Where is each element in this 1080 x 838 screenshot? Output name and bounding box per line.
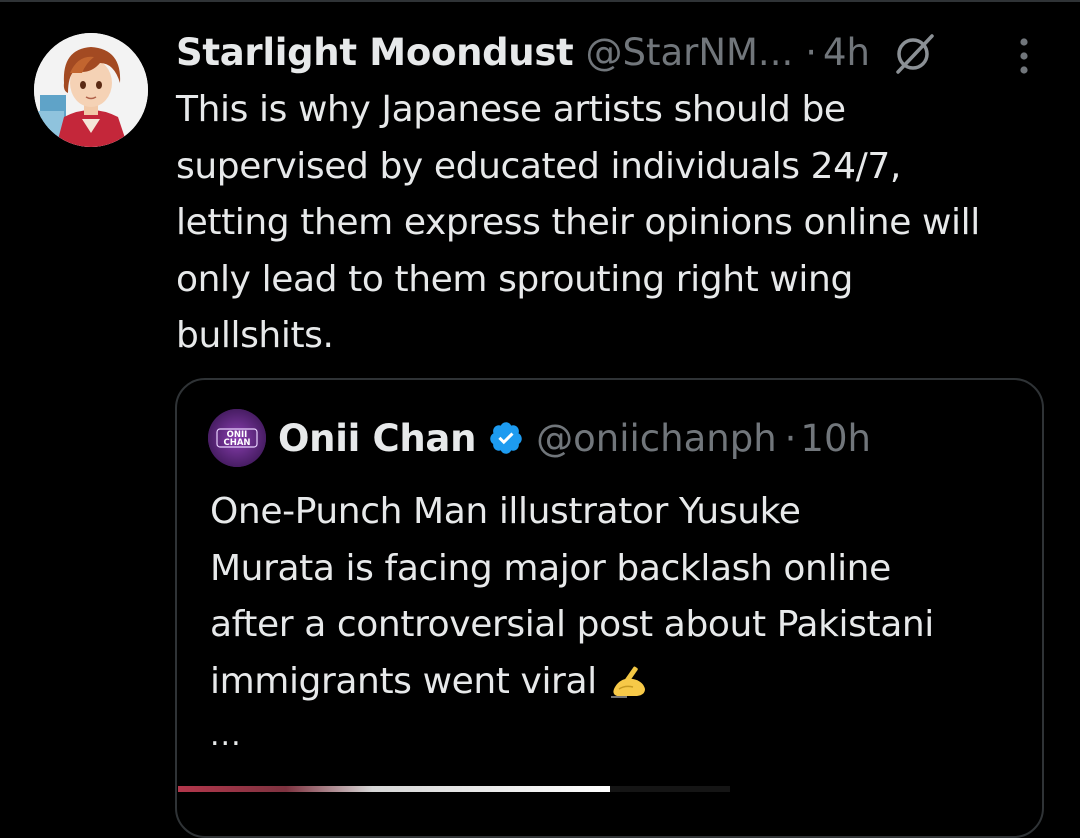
tweet-header: Starlight Moondust @StarNM... · 4h [176, 28, 976, 78]
top-divider [0, 0, 1080, 2]
tweet-timestamp[interactable]: 4h [823, 28, 870, 78]
tweet-text: This is why Japanese artists should be s… [176, 89, 980, 356]
author-handle[interactable]: @StarNM... [585, 28, 793, 78]
grok-icon[interactable] [892, 30, 938, 76]
more-options-icon[interactable] [1006, 34, 1042, 78]
truncation-ellipsis: ... [210, 718, 242, 753]
quoted-text-line-last: immigrants went viral [210, 654, 1030, 717]
writing-hand-icon [607, 660, 651, 717]
separator-dot: · [805, 31, 817, 74]
quoted-author-display-name[interactable]: Onii Chan [278, 417, 476, 460]
quoted-separator-dot: · [784, 416, 797, 460]
author-avatar[interactable] [34, 33, 148, 147]
quoted-tweet-timestamp[interactable]: 10h [800, 417, 871, 460]
quoted-author-avatar[interactable]: ONII CHAN [208, 409, 266, 467]
quoted-tweet-text: One-Punch Man illustrator Yusuke Murata … [210, 484, 1030, 716]
author-display-name[interactable]: Starlight Moondust [176, 28, 574, 78]
quoted-text-line-content: immigrants went viral [210, 660, 597, 702]
quoted-media-preview-secondary[interactable] [610, 786, 730, 792]
quoted-author-handle[interactable]: @oniichanph [536, 417, 777, 460]
quoted-tweet-header: ONII CHAN Onii Chan @oniichanph · 10h [208, 409, 871, 467]
author-avatar-image [34, 33, 148, 147]
quoted-text-line: One-Punch Man illustrator Yusuke [210, 491, 801, 532]
quoted-text-line: Murata is facing major backlash online [210, 547, 891, 589]
verified-badge-icon [488, 420, 524, 456]
quoted-avatar-text-bottom: CHAN [223, 438, 250, 448]
quoted-text-line: after a controversial post about Pakista… [210, 604, 934, 645]
quoted-media-preview[interactable] [178, 786, 610, 792]
